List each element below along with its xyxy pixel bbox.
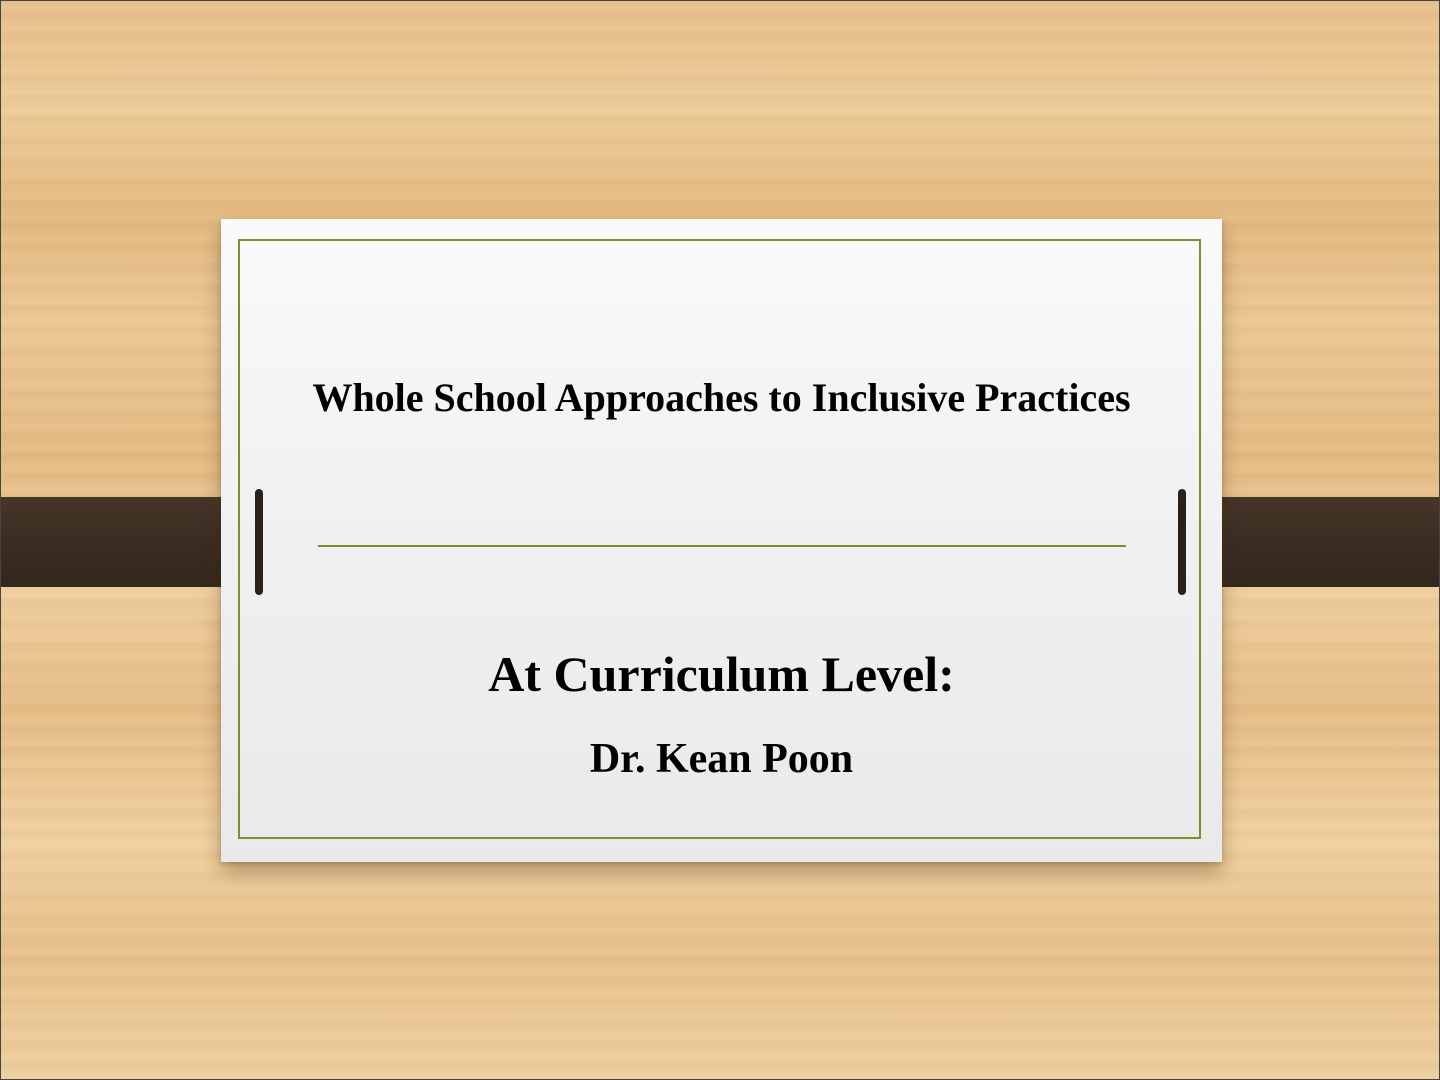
title-divider: [318, 545, 1126, 547]
title-card: Whole School Approaches to Inclusive Pra…: [221, 219, 1222, 862]
slide-background: Whole School Approaches to Inclusive Pra…: [0, 0, 1440, 1080]
slide-subtitle: At Curriculum Level:: [488, 646, 955, 702]
slide-title: Whole School Approaches to Inclusive Pra…: [312, 375, 1131, 420]
left-strap-edge: [255, 489, 263, 595]
right-strap-edge: [1178, 489, 1186, 595]
author-name: Dr. Kean Poon: [589, 736, 854, 782]
